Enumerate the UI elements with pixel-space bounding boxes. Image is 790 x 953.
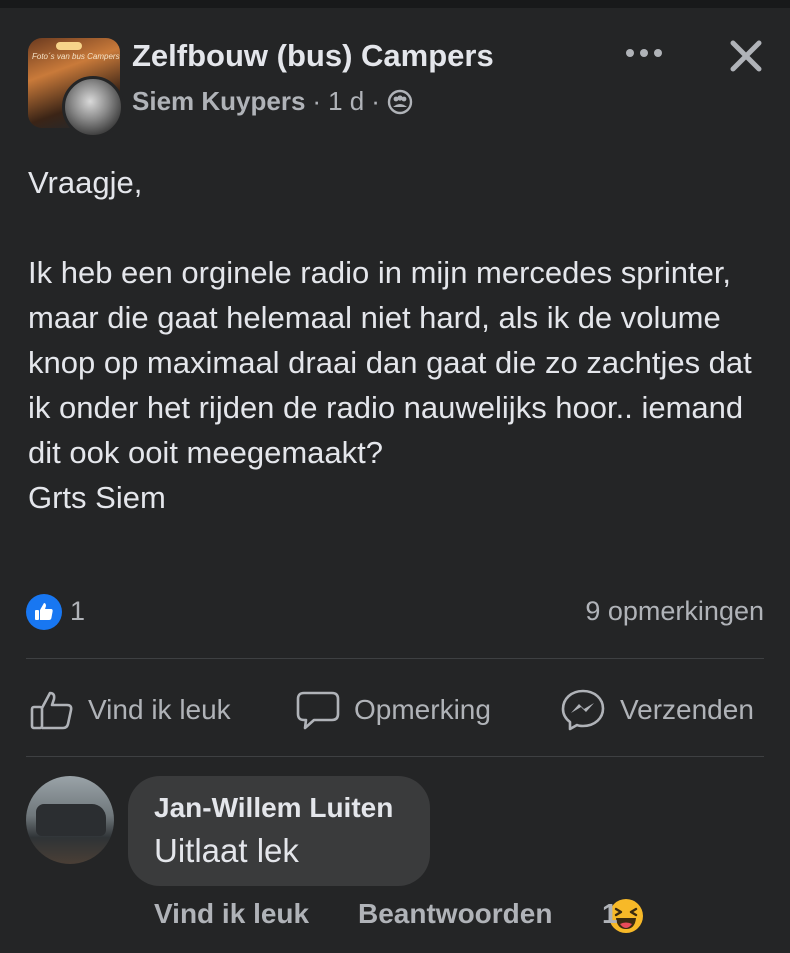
more-options-icon[interactable] [622,38,666,68]
lamp-graphic [56,42,82,50]
group-name[interactable]: Zelfbouw (bus) Campers [132,38,494,74]
reactions-summary: 1 9 opmerkingen [26,592,764,632]
close-icon[interactable] [724,34,768,78]
post-text: Vraagje, Ik heb een orginele radio in mi… [28,165,752,515]
comment-button[interactable]: Opmerking [296,682,491,738]
comment-reply-button[interactable]: Beantwoorden [358,898,552,930]
comment-text: Uitlaat lek [154,832,299,869]
messenger-icon [561,689,605,731]
post-actions: Vind ik leuk Opmerking Verzenden [26,682,764,738]
comment: Jan-Willem Luiten Uitlaat lek [26,776,764,896]
author-avatar[interactable] [62,76,124,138]
comment-reaction[interactable]: 1 [602,898,644,934]
send-label: Verzenden [620,694,754,725]
commenter-name[interactable]: Jan-Willem Luiten [154,792,393,824]
comment-icon [296,691,340,730]
post-header: Foto´s van bus Campers Cam... Zelfbouw (… [28,34,768,138]
like-label: Vind ik leuk [88,694,231,725]
comment-reaction-count: 1 [602,898,618,929]
post-time[interactable]: 1 d [328,86,364,117]
like-button[interactable]: Vind ik leuk [30,682,231,738]
like-icon [30,691,73,730]
group-members-icon [387,89,413,115]
divider [26,658,764,659]
top-edge [0,0,790,8]
commenter-avatar[interactable] [26,776,114,864]
like-reaction-icon[interactable] [26,594,62,630]
send-button[interactable]: Verzenden [560,682,754,738]
meta-separator-2: · [371,86,380,116]
comment-count[interactable]: 9 opmerkingen [585,596,764,627]
group-avatar-text: Foto´s van bus Campers Cam... [32,52,120,61]
car-graphic [36,804,106,836]
comment-bubble: Jan-Willem Luiten Uitlaat lek [128,776,430,886]
comment-like-button[interactable]: Vind ik leuk [154,898,309,930]
post-meta: Siem Kuypers · 1 d · [132,86,413,117]
author-name[interactable]: Siem Kuypers [132,86,305,117]
reaction-count[interactable]: 1 [70,596,85,627]
divider [26,756,764,757]
meta-separator: · [312,86,322,116]
comment-label: Opmerking [354,694,491,725]
